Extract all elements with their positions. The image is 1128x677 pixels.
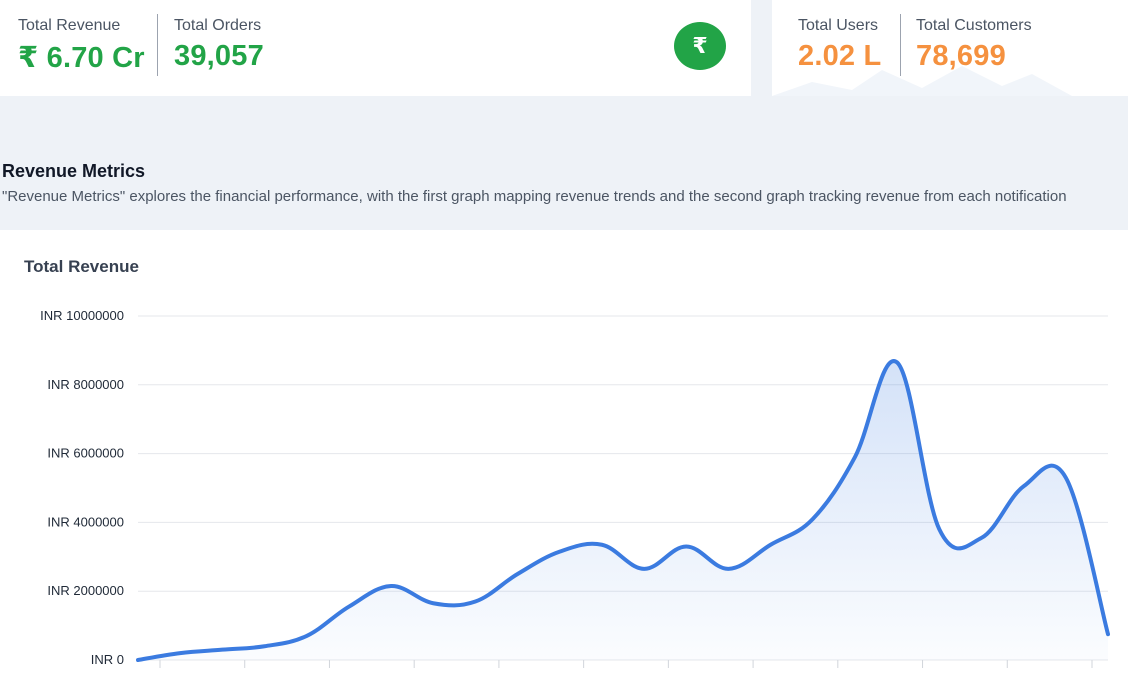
revenue-chart-card: Total Revenue INR 0 INR 2000000 INR 400000…	[0, 230, 1128, 677]
total-users-value: 2.02 L	[798, 40, 882, 72]
stat-divider	[900, 14, 901, 76]
revenue-orders-card: Total Revenue ₹ 6.70 Cr Total Orders 39,…	[0, 0, 751, 96]
total-orders-label: Total Orders	[174, 17, 262, 34]
y-tick-label: INR 8000000	[47, 377, 124, 392]
total-revenue-label: Total Revenue	[18, 17, 121, 34]
stat-divider	[157, 14, 158, 76]
revenue-area-chart: INR 0 INR 2000000 INR 4000000 INR 6000000 IN…	[40, 308, 1110, 668]
y-tick-label: INR 2000000	[47, 583, 124, 598]
y-tick-label: INR 10000000	[40, 308, 124, 323]
total-customers-label: Total Customers	[916, 17, 1032, 34]
section-title: Revenue Metrics	[2, 161, 146, 181]
total-orders-value: 39,057	[174, 40, 264, 72]
total-users-label: Total Users	[798, 17, 879, 34]
rupee-icon: ₹	[674, 22, 726, 70]
y-tick-label: INR 0	[91, 652, 124, 667]
y-tick-label: INR 6000000	[47, 446, 124, 461]
total-revenue-value: ₹ 6.70 Cr	[18, 42, 145, 74]
users-customers-card: Total Users 2.02 L Total Customers 78,69…	[772, 0, 1128, 96]
y-tick-label: INR 4000000	[47, 514, 124, 529]
revenue-area	[138, 361, 1108, 660]
section-description: "Revenue Metrics" explores the financial…	[2, 188, 1067, 205]
dashboard-page: Total Revenue ₹ 6.70 Cr Total Orders 39,…	[0, 0, 1128, 677]
total-customers-value: 78,699	[916, 40, 1006, 72]
